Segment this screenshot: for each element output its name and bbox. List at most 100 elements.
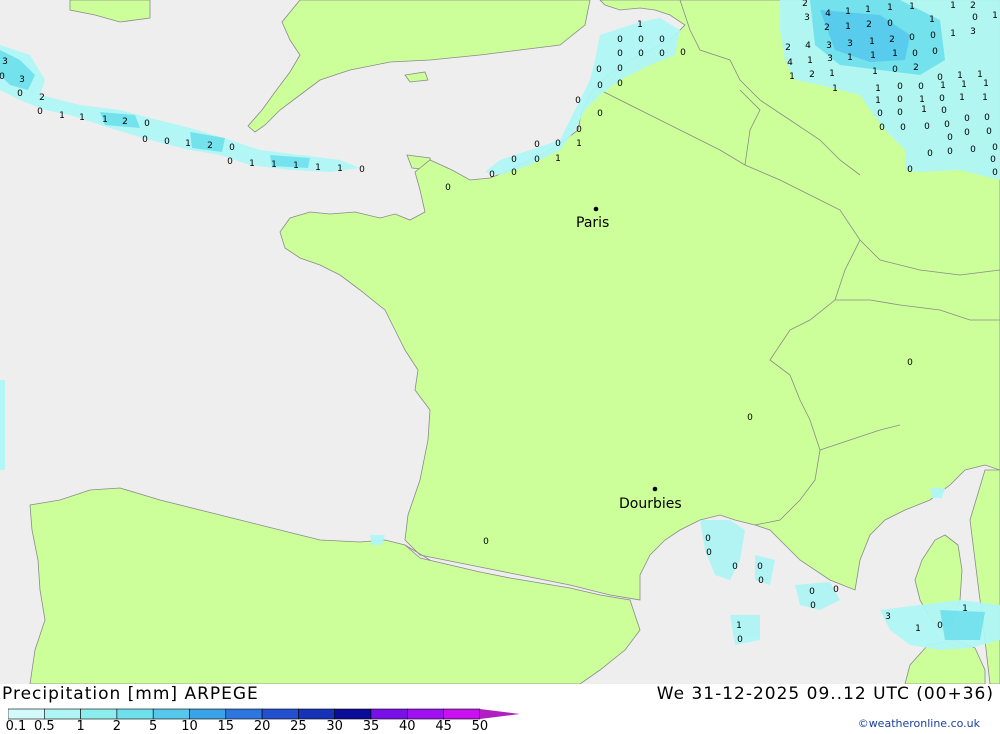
precip-value: 1 xyxy=(271,160,277,170)
precip-value: 1 xyxy=(959,93,965,103)
scale-swatch xyxy=(443,708,481,720)
precip-value: 1 xyxy=(637,20,643,30)
precip-value: 0 xyxy=(986,127,992,137)
scale-label: 0.1 xyxy=(5,719,27,734)
precip-value: 2 xyxy=(809,70,815,80)
precip-value: 2 xyxy=(913,63,919,73)
precip-value: 0 xyxy=(617,79,623,89)
scale-arrow xyxy=(479,709,520,719)
footer: Precipitation [mm] ARPEGE We 31-12-2025 … xyxy=(0,684,1000,734)
precip-value: 1 xyxy=(929,15,935,25)
precip-value: 0 xyxy=(359,165,365,175)
precip-value: 0 xyxy=(511,168,517,178)
precip-value: 0 xyxy=(142,135,148,145)
precip-value: 0 xyxy=(984,113,990,123)
precip-value: 0 xyxy=(892,65,898,75)
precip-value: 2 xyxy=(889,35,895,45)
precip-value: 1 xyxy=(869,37,875,47)
precip-value: 3 xyxy=(826,41,832,51)
precip-value: 1 xyxy=(887,3,893,13)
precip-value: 3 xyxy=(2,57,8,67)
precip-value: 0 xyxy=(680,48,686,58)
precip-value: 0 xyxy=(617,49,623,59)
precip-value: 1 xyxy=(875,96,881,106)
precip-value: 1 xyxy=(576,139,582,149)
precip-value: 3 xyxy=(847,39,853,49)
precip-value: 1 xyxy=(909,2,915,12)
precip-value: 0 xyxy=(964,114,970,124)
precip-value: 1 xyxy=(950,29,956,39)
precip-value: 0 xyxy=(918,82,924,92)
precip-value: 0 xyxy=(705,534,711,544)
precip-value: 1 xyxy=(845,7,851,17)
precip-value: 3 xyxy=(885,612,891,622)
precip-value: 1 xyxy=(983,79,989,89)
precip-value: 0 xyxy=(990,155,996,165)
scale-label: 45 xyxy=(435,719,452,734)
precip-value: 0 xyxy=(877,109,883,119)
precip-value: 1 xyxy=(950,1,956,11)
precip-value: 0 xyxy=(907,358,913,368)
precip-value: 2 xyxy=(39,93,45,103)
precip-value: 0 xyxy=(758,576,764,586)
precip-value: 0 xyxy=(737,635,743,645)
precip-value: 0 xyxy=(970,145,976,155)
scale-swatch xyxy=(80,708,118,720)
scale-label: 35 xyxy=(362,719,380,734)
precip-value: 1 xyxy=(872,67,878,77)
precipitation-map: 30 30 20 1 1 1 2 00 0 1 2 00 1 1 1 1 1 000 00 0 10 0 10000 00 00… xyxy=(0,0,1000,684)
precip-value: 1 xyxy=(79,113,85,123)
scale-label: 25 xyxy=(290,719,307,734)
scale-swatch xyxy=(189,708,227,720)
precip-value: 4 xyxy=(787,58,793,68)
city-label-paris: Paris xyxy=(576,215,609,231)
scale-label: 5 xyxy=(149,719,158,734)
scale-label: 15 xyxy=(217,719,235,734)
precip-value: 0 xyxy=(229,143,235,153)
precip-value: 0 xyxy=(972,13,978,23)
precip-value: 1 xyxy=(915,624,921,634)
precip-value: 0 xyxy=(897,95,903,105)
precip-value: 0 xyxy=(617,64,623,74)
precip-value: 1 xyxy=(921,105,927,115)
precip-value: 0 xyxy=(483,537,489,547)
precip-value: 0 xyxy=(833,585,839,595)
precip-value: 0 xyxy=(534,155,540,165)
precip-value: 0 xyxy=(947,147,953,157)
city-label-dourbies: Dourbies xyxy=(619,496,682,512)
precip-value: 1 xyxy=(961,80,967,90)
precip-value: 0 xyxy=(924,122,930,132)
scale-swatch xyxy=(406,708,444,720)
precip-value: 1 xyxy=(845,22,851,32)
precip-value: 1 xyxy=(337,164,343,174)
precip-value: 0 xyxy=(576,125,582,135)
precip-value: 1 xyxy=(736,621,742,631)
precip-value: 0 xyxy=(907,165,913,175)
precip-value: 1 xyxy=(962,604,968,614)
precip-value: 0 xyxy=(17,89,23,99)
precip-value: 0 xyxy=(932,47,938,57)
precip-value: 0 xyxy=(597,81,603,91)
precip-value: 1 xyxy=(249,159,255,169)
precip-value: 0 xyxy=(909,33,915,43)
precip-value: 0 xyxy=(809,587,815,597)
precip-value: 4 xyxy=(825,9,831,19)
precip-value: 0 xyxy=(144,119,150,129)
precip-value: 0 xyxy=(0,72,5,82)
precip-value: 0 xyxy=(879,123,885,133)
scale-swatch xyxy=(298,708,335,720)
credit-link[interactable]: ©weatheronline.co.uk xyxy=(858,717,980,730)
scale-swatch xyxy=(43,708,81,720)
precip-value: 0 xyxy=(897,82,903,92)
precip-value: 3 xyxy=(970,27,976,37)
precip-value: 0 xyxy=(489,170,495,180)
precip-value: 0 xyxy=(964,128,970,138)
precip-value: 0 xyxy=(638,35,644,45)
precip-value: 1 xyxy=(892,49,898,59)
precip-value: 0 xyxy=(900,123,906,133)
precip-value: 0 xyxy=(555,139,561,149)
precip-value: 0 xyxy=(638,49,644,59)
precip-value: 1 xyxy=(870,51,876,61)
precip-value: 0 xyxy=(706,548,712,558)
precip-value: 1 xyxy=(847,53,853,63)
